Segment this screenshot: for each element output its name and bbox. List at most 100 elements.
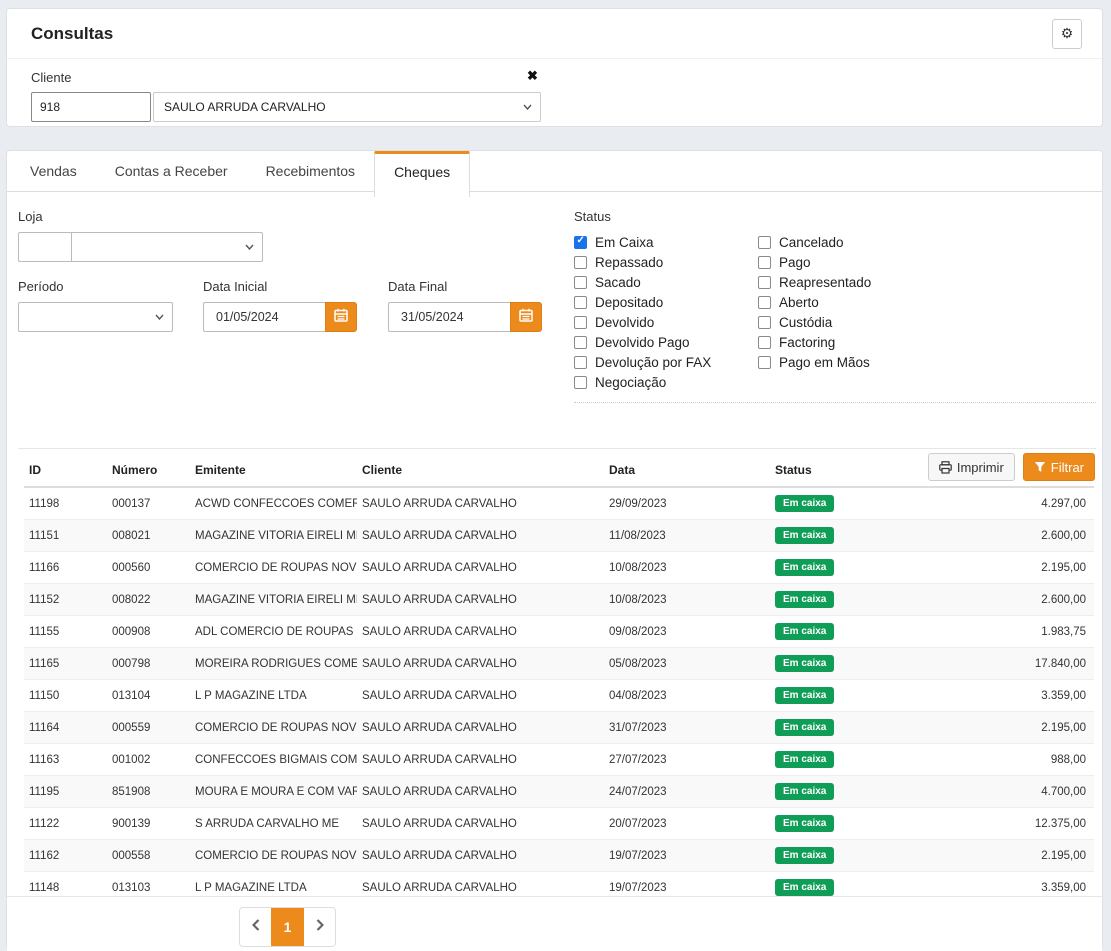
imprimir-button[interactable]: Imprimir [928,453,1015,481]
table-row[interactable]: 11198 000137 ACWD CONFECCOES COMER… SAUL… [24,487,1094,520]
cell-numero: 013104 [107,680,190,712]
chevron-left-icon [252,918,260,936]
status-checkbox-item[interactable]: Reapresentado [758,272,1096,292]
cell-data: 27/07/2023 [604,744,770,776]
status-checkbox-item[interactable]: Aberto [758,292,1096,312]
periodo-label: Período [18,279,173,294]
checkbox-icon [758,236,771,249]
checkbox-icon [574,256,587,269]
cell-data: 24/07/2023 [604,776,770,808]
printer-icon [939,461,952,474]
status-badge: Em caixa [775,655,834,672]
status-checkbox-item[interactable]: Cancelado [758,232,1096,252]
col-header-cliente[interactable]: Cliente [357,453,604,487]
cell-data: 10/08/2023 [604,584,770,616]
table-row[interactable]: 11163 001002 CONFECCOES BIGMAIS COM… SAU… [24,744,1094,776]
cell-data: 20/07/2023 [604,808,770,840]
status-label: Status [574,209,1096,224]
next-page-button[interactable] [304,908,335,946]
client-select[interactable]: SAULO ARRUDA CARVALHO [153,92,541,122]
data-final-input[interactable] [388,302,510,332]
settings-button[interactable]: ⚙ [1052,19,1082,49]
tab[interactable]: Contas a Receber [96,151,247,191]
status-checkbox-item[interactable]: Factoring [758,332,1096,352]
status-checkbox-item[interactable]: Custódia [758,312,1096,332]
cell-cliente: SAULO ARRUDA CARVALHO [357,712,604,744]
col-header-status[interactable]: Status [770,453,936,487]
data-inicial-calendar-button[interactable] [325,302,357,332]
status-checkbox-item[interactable]: Devolvido Pago [574,332,758,352]
data-inicial-input[interactable] [203,302,325,332]
table-row[interactable]: 11150 013104 L P MAGAZINE LTDA SAULO ARR… [24,680,1094,712]
cell-valor: 2.600,00 [936,520,1094,552]
data-final-label: Data Final [388,279,542,294]
table-row[interactable]: 11166 000560 COMERCIO DE ROUPAS NOV… SAU… [24,552,1094,584]
table-row[interactable]: 11195 851908 MOURA E MOURA E COM VAR… SA… [24,776,1094,808]
table-row[interactable]: 11162 000558 COMERCIO DE ROUPAS NOV… SAU… [24,840,1094,872]
loja-select[interactable] [71,232,263,262]
status-badge: Em caixa [775,527,834,544]
periodo-select[interactable] [18,302,173,332]
cell-id: 11150 [24,680,107,712]
status-checkbox-item[interactable]: Negociação [574,372,758,392]
status-checkbox-item[interactable]: Devolução por FAX [574,352,758,372]
tab[interactable]: Cheques [374,151,470,197]
cell-id: 11152 [24,584,107,616]
cell-valor: 12.375,00 [936,808,1094,840]
cell-emitente: CONFECCOES BIGMAIS COM… [190,744,357,776]
checkbox-icon [758,336,771,349]
cell-valor: 2.195,00 [936,840,1094,872]
main-panel: Vendas Contas a Receber Recebimentos Che… [6,150,1103,950]
tab-bar: Vendas Contas a Receber Recebimentos Che… [7,151,1102,192]
status-checkbox-item[interactable]: Depositado [574,292,758,312]
cell-data: 10/08/2023 [604,552,770,584]
table-footer: 1 [7,896,1102,951]
checkbox-icon [758,296,771,309]
status-checkbox-item[interactable]: Sacado [574,272,758,292]
cell-valor: 3.359,00 [936,680,1094,712]
cell-valor: 17.840,00 [936,648,1094,680]
cell-cliente: SAULO ARRUDA CARVALHO [357,487,604,520]
cell-numero: 000560 [107,552,190,584]
table-row[interactable]: 11151 008021 MAGAZINE VITORIA EIRELI ME … [24,520,1094,552]
table-row[interactable]: 11155 000908 ADL COMERCIO DE ROUPAS … SA… [24,616,1094,648]
filtrar-button[interactable]: Filtrar [1023,453,1095,481]
status-checkbox-item[interactable]: Em Caixa [574,232,758,252]
cell-cliente: SAULO ARRUDA CARVALHO [357,520,604,552]
col-header-emitente[interactable]: Emitente [190,453,357,487]
cell-status: Em caixa [770,616,936,648]
checkbox-icon [574,356,587,369]
cell-numero: 000798 [107,648,190,680]
table-row[interactable]: 11122 900139 S ARRUDA CARVALHO ME SAULO … [24,808,1094,840]
status-checkbox-item[interactable]: Pago em Mãos [758,352,1096,372]
cell-data: 04/08/2023 [604,680,770,712]
status-badge: Em caixa [775,847,834,864]
tab[interactable]: Vendas [11,151,96,191]
cell-status: Em caixa [770,487,936,520]
col-header-data[interactable]: Data [604,453,770,487]
status-badge: Em caixa [775,495,834,512]
col-header-id[interactable]: ID [24,453,107,487]
tab[interactable]: Recebimentos [247,151,375,191]
table-row[interactable]: 11164 000559 COMERCIO DE ROUPAS NOV… SAU… [24,712,1094,744]
clear-client-icon[interactable]: ✖ [527,68,538,84]
prev-page-button[interactable] [240,908,271,946]
client-section: Cliente ✖ SAULO ARRUDA CARVALHO [7,59,1102,122]
panel-header: Consultas ⚙ [7,9,1102,59]
client-label: Cliente [31,70,1102,85]
status-checkbox-item[interactable]: Devolvido [574,312,758,332]
col-header-numero[interactable]: Número [107,453,190,487]
status-checkbox-item[interactable]: Pago [758,252,1096,272]
table-row[interactable]: 11165 000798 MOREIRA RODRIGUES COME… SAU… [24,648,1094,680]
cell-data: 31/07/2023 [604,712,770,744]
loja-code-input[interactable] [18,232,72,262]
table-row[interactable]: 11152 008022 MAGAZINE VITORIA EIRELI ME … [24,584,1094,616]
client-code-input[interactable] [31,92,151,122]
page-number-button[interactable]: 1 [271,908,304,946]
data-inicial-field: Data Inicial [203,279,357,332]
cell-valor: 2.600,00 [936,584,1094,616]
cell-id: 11122 [24,808,107,840]
status-checkbox-item[interactable]: Repassado [574,252,758,272]
data-final-calendar-button[interactable] [510,302,542,332]
cell-emitente: COMERCIO DE ROUPAS NOV… [190,712,357,744]
